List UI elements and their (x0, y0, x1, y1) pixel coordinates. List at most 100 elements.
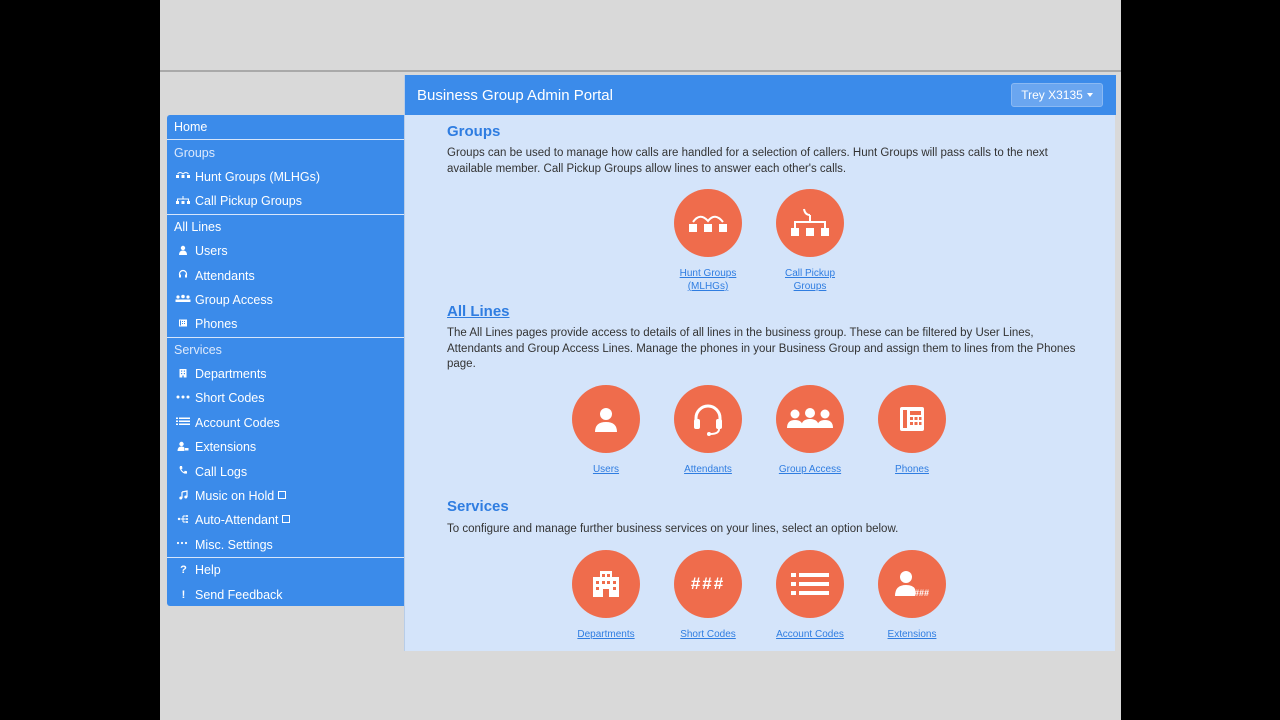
sidebar-item-label: Auto-Attendant (195, 513, 279, 528)
sidebar-heading-all-lines[interactable]: All Lines (167, 215, 405, 239)
tile-label: Attendants (684, 464, 732, 475)
phone-tile-icon (878, 385, 946, 453)
tile-extensions[interactable]: ### Extensions (867, 550, 957, 641)
ellipsis-icon (175, 538, 191, 551)
sidebar-item-label: Users (195, 244, 228, 259)
call-pickup-icon (175, 195, 191, 208)
hash-tile-icon: ### (674, 550, 742, 618)
user-menu-button[interactable]: Trey X3135 (1011, 83, 1103, 107)
all-lines-section-title[interactable]: All Lines (447, 303, 510, 320)
user-tile-icon (572, 385, 640, 453)
header-bar: Business Group Admin Portal Trey X3135 (405, 75, 1116, 115)
sidebar-item-users[interactable]: Users (167, 239, 405, 263)
sidebar-item-group-access[interactable]: Group Access (167, 288, 405, 312)
tile-label: Account Codes (776, 629, 844, 640)
sidebar-item-label: Call Logs (195, 464, 248, 479)
external-link-icon (282, 515, 291, 524)
caret-down-icon (1086, 93, 1093, 97)
group-access-icon (175, 293, 191, 306)
sidebar-item-hunt-groups[interactable]: Hunt Groups (MLHGs) (167, 165, 405, 189)
building-tile-icon (572, 550, 640, 618)
sidebar-item-label: Group Access (195, 292, 273, 307)
extension-icon (175, 441, 191, 454)
tile-phones[interactable]: Phones (867, 385, 957, 476)
sidebar-item-short-codes[interactable]: Short Codes (167, 386, 405, 410)
sidebar-heading-label: Services (174, 342, 222, 357)
groups-section-title: Groups (447, 123, 501, 140)
list-icon (175, 416, 191, 429)
tile-label: Group Access (778, 464, 842, 475)
sidebar-item-label: Call Pickup Groups (195, 194, 302, 209)
auto-attendant-icon (175, 514, 191, 527)
exclamation-icon: ! (181, 588, 186, 601)
tile-label: Users (592, 464, 620, 475)
sidebar-item-label: Extensions (195, 440, 257, 455)
app-title: Business Group Admin Portal (417, 87, 613, 104)
sidebar-item-label: Music on Hold (195, 489, 275, 504)
phone-icon (175, 318, 191, 331)
tile-label: Short Codes (680, 629, 736, 640)
hash-glyph: ### (690, 574, 726, 593)
sidebar-item-label: Short Codes (195, 391, 265, 406)
list-tile-icon (776, 550, 844, 618)
call-log-icon (175, 465, 191, 478)
tile-account-codes[interactable]: Account Codes (765, 550, 855, 641)
sidebar-section-services: Services Departments Short Codes Account… (167, 338, 405, 559)
sidebar-section-lines: All Lines Users Attendants Group Access (167, 215, 405, 338)
sidebar-item-label: Home (174, 120, 208, 135)
sidebar-item-label: Misc. Settings (195, 537, 273, 552)
hunt-groups-icon (175, 170, 191, 183)
services-section-description: To configure and manage further business… (447, 523, 899, 535)
sidebar-item-misc-settings[interactable]: Misc. Settings (167, 533, 405, 557)
tile-label-line2: Groups (793, 281, 827, 292)
tile-departments[interactable]: Departments (561, 550, 651, 641)
tile-group-access[interactable]: Group Access (765, 385, 855, 476)
tile-label-line2: (MLHGs) (687, 281, 729, 292)
sidebar-item-label: Departments (195, 367, 267, 382)
sidebar-item-label: Phones (195, 317, 238, 332)
sidebar-item-label: Help (195, 563, 221, 578)
sidebar-heading-groups: Groups (167, 140, 405, 164)
sidebar-item-label: Attendants (195, 268, 255, 283)
sidebar-item-phones[interactable]: Phones (167, 312, 405, 336)
external-link-icon (278, 491, 287, 500)
sidebar-item-call-logs[interactable]: Call Logs (167, 459, 405, 483)
tile-users[interactable]: Users (561, 385, 651, 476)
sidebar-item-extensions[interactable]: Extensions (167, 435, 405, 459)
call-pickup-tile-icon (776, 189, 844, 257)
all-lines-section-description: The All Lines pages provide access to de… (447, 327, 1076, 370)
sidebar-item-home[interactable]: Home (167, 115, 405, 139)
sidebar-item-music-on-hold[interactable]: Music on Hold (167, 484, 405, 508)
sidebar-heading-label: Groups (174, 145, 215, 160)
tile-hunt-groups[interactable]: Hunt Groups (MLHGs) (663, 189, 753, 293)
sidebar-item-attendants[interactable]: Attendants (167, 263, 405, 287)
sidebar-item-label: Hunt Groups (MLHGs) (195, 169, 321, 184)
building-icon (175, 368, 191, 381)
sidebar-item-help[interactable]: ? Help (167, 558, 405, 582)
sidebar-item-send-feedback[interactable]: ! Send Feedback (167, 582, 405, 606)
sidebar-heading-services: Services (167, 338, 405, 362)
tile-label: Hunt Groups (MLHGs) (663, 267, 753, 293)
sidebar-item-call-pickup-groups[interactable]: Call Pickup Groups (167, 189, 405, 213)
tile-call-pickup-groups[interactable]: Call Pickup Groups (765, 189, 855, 293)
tile-short-codes[interactable]: ### Short Codes (663, 550, 753, 641)
svg-text:###: ### (914, 588, 929, 598)
extension-tile-icon: ### (878, 550, 946, 618)
headset-tile-icon (674, 385, 742, 453)
tile-label-line1: Hunt Groups (679, 268, 737, 279)
sidebar-section-groups: Groups Hunt Groups (MLHGs) Call Pickup G… (167, 140, 405, 215)
services-section-title: Services (447, 498, 509, 515)
sidebar: Home Groups Hunt Groups (MLHGs) Call Pic… (167, 115, 405, 606)
tile-attendants[interactable]: Attendants (663, 385, 753, 476)
sidebar-item-account-codes[interactable]: Account Codes (167, 411, 405, 435)
groups-section-description: Groups can be used to manage how calls a… (447, 147, 1048, 175)
sidebar-item-departments[interactable]: Departments (167, 362, 405, 386)
main-panel: Business Group Admin Portal Trey X3135 G… (404, 75, 1116, 651)
tile-label: Departments (577, 629, 635, 640)
user-icon (175, 245, 191, 258)
tile-label: Extensions (887, 629, 937, 640)
sidebar-item-auto-attendant[interactable]: Auto-Attendant (167, 508, 405, 532)
sidebar-section-support: ? Help ! Send Feedback (167, 558, 405, 607)
tile-label: Call Pickup Groups (765, 267, 855, 293)
group-access-tile-icon (776, 385, 844, 453)
